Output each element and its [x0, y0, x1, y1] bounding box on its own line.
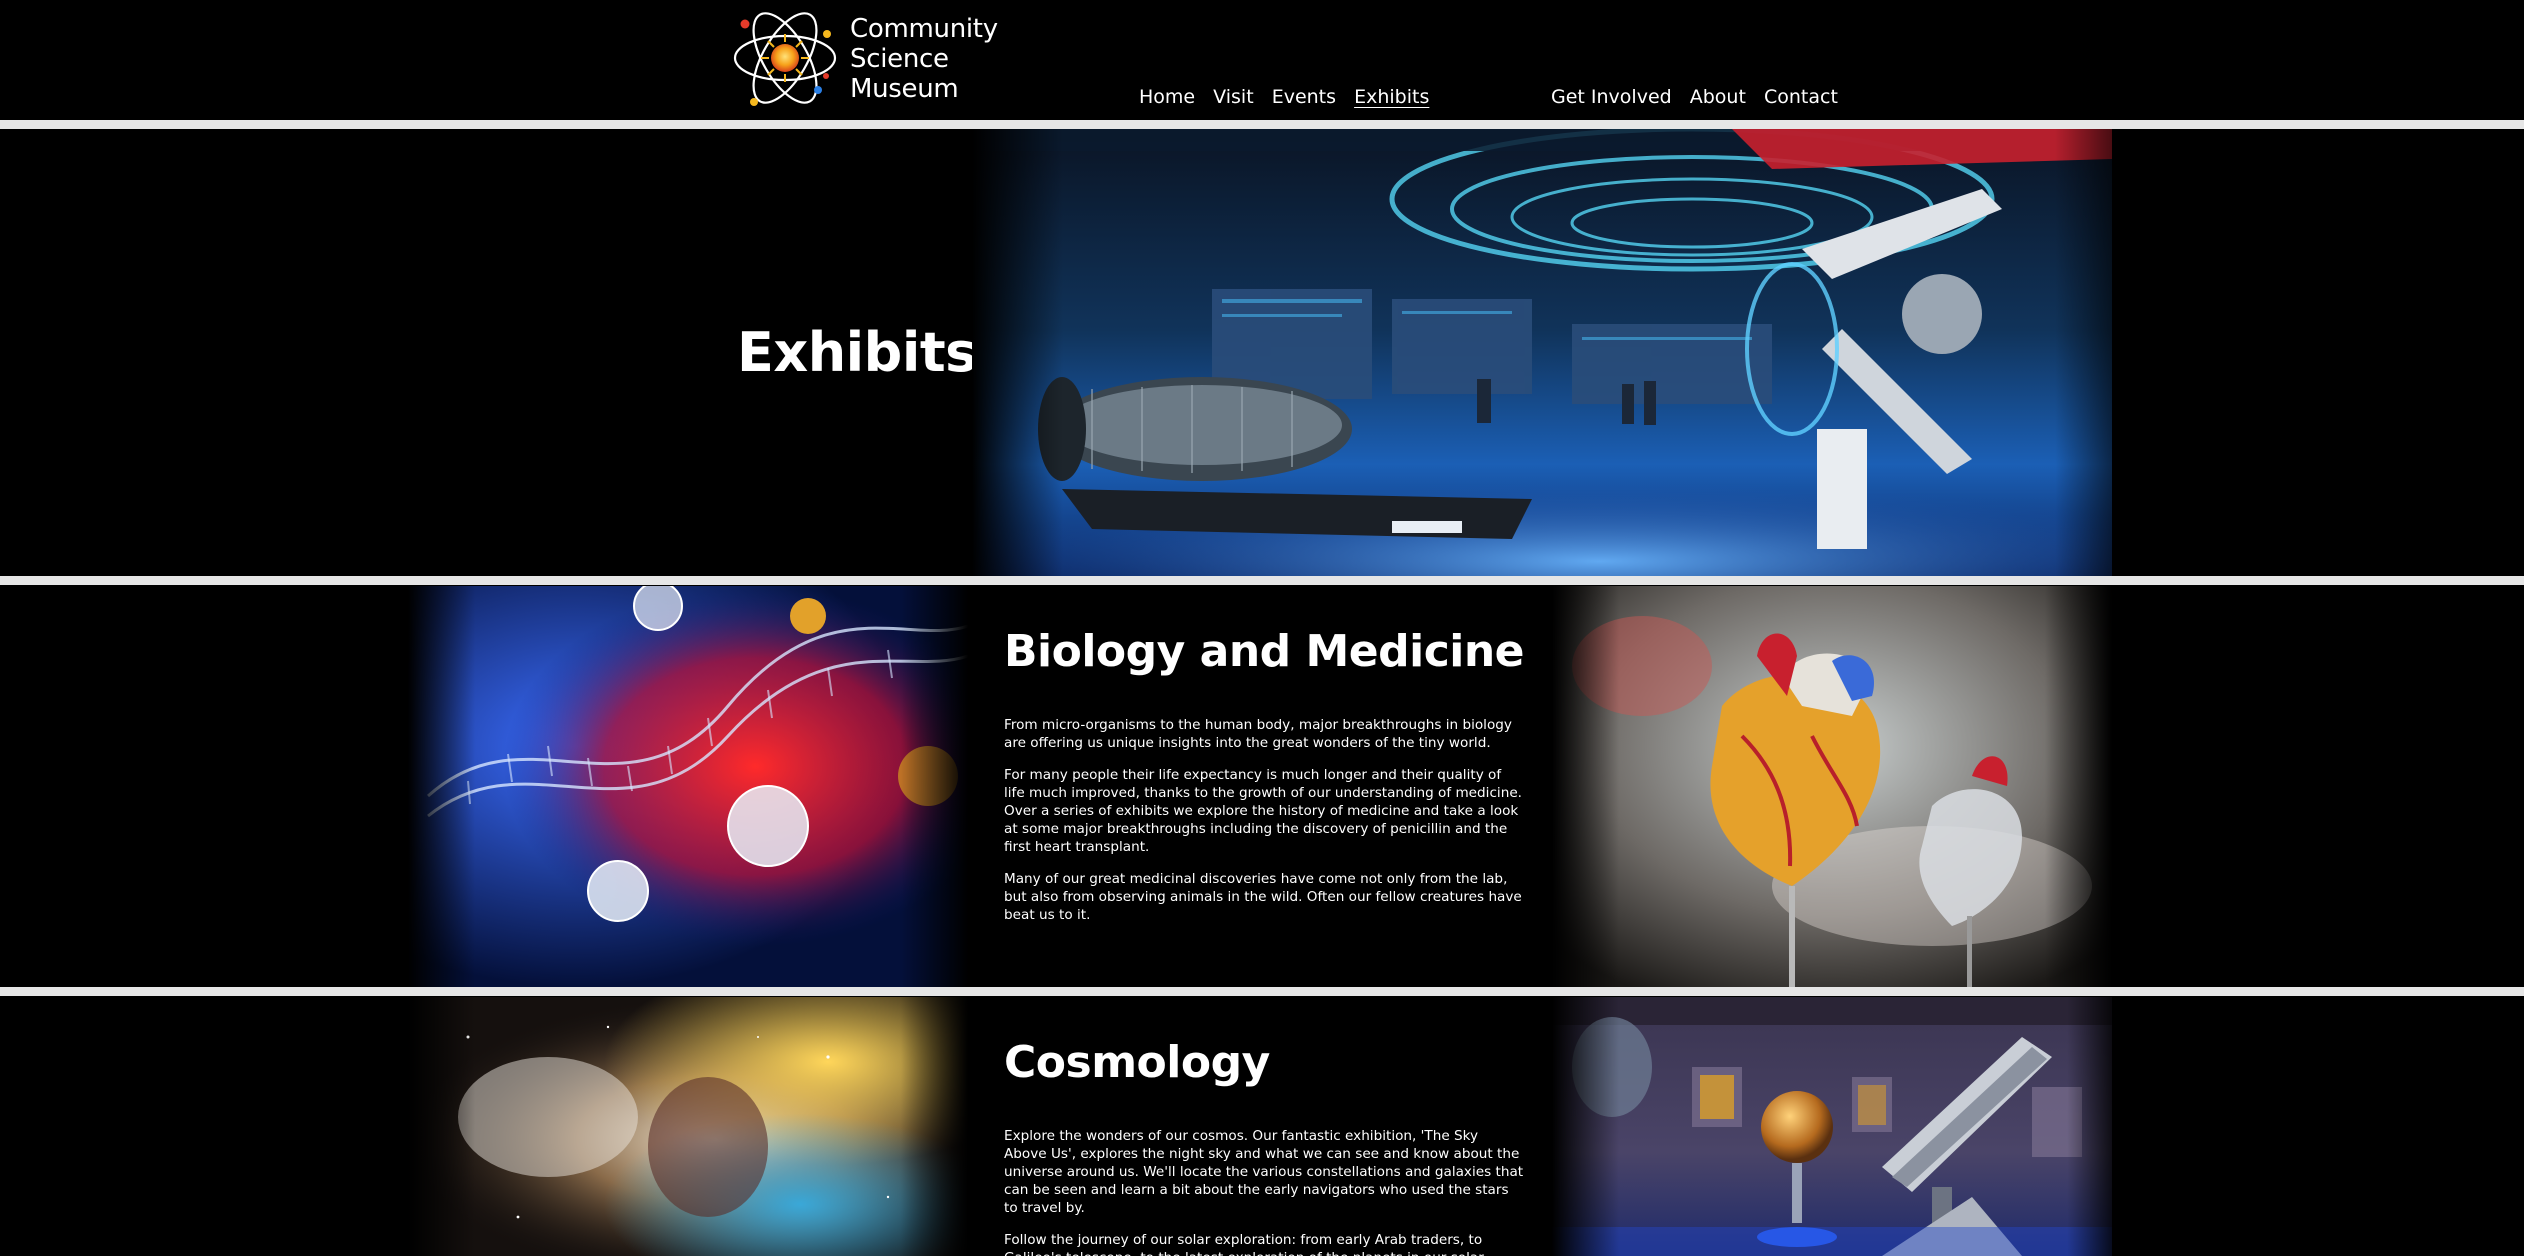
site-header: Community Science Museum Home Visit Even… — [0, 0, 2524, 120]
biology-medicine-section: Biology and Medicine From micro-organism… — [0, 586, 2524, 987]
telescope-gallery-image — [1552, 997, 2112, 1256]
nav-contact-link[interactable]: Contact — [1764, 84, 1838, 110]
main-nav-right: Get Involved About Contact — [1551, 84, 1850, 110]
exhibition-hall-image — [972, 129, 2112, 576]
section-paragraph: Many of our great medicinal discoveries … — [1004, 871, 1522, 923]
section-body: From micro-organisms to the human body, … — [1004, 716, 1524, 938]
site-name[interactable]: Community Science Museum — [850, 14, 998, 104]
dna-virus-image — [408, 586, 968, 987]
main-nav-left: Home Visit Events Exhibits — [1139, 84, 1441, 110]
nav-get-involved-link[interactable]: Get Involved — [1551, 84, 1672, 110]
nav-exhibits-link[interactable]: Exhibits — [1354, 84, 1429, 110]
section-divider — [0, 987, 2524, 996]
nav-visit-link[interactable]: Visit — [1213, 84, 1254, 110]
nav-events-link[interactable]: Events — [1272, 84, 1336, 110]
heart-model-image — [1552, 586, 2112, 987]
page-title: Exhibits — [737, 321, 977, 384]
section-paragraph: For many people their life expectancy is… — [1004, 767, 1523, 855]
section-paragraph: Follow the journey of our solar explorat… — [1004, 1232, 1484, 1256]
nav-about-link[interactable]: About — [1690, 84, 1746, 110]
site-name-line: Community — [850, 14, 998, 44]
section-divider — [0, 120, 2524, 129]
section-paragraph: Explore the wonders of our cosmos. Our f… — [1004, 1128, 1524, 1216]
hero-section: Exhibits — [0, 129, 2524, 576]
section-paragraph: From micro-organisms to the human body, … — [1004, 717, 1512, 751]
site-name-line: Museum — [850, 74, 959, 104]
section-title: Biology and Medicine — [1004, 626, 1525, 677]
section-body: Explore the wonders of our cosmos. Our f… — [1004, 1127, 1524, 1256]
site-name-line: Science — [850, 44, 949, 74]
section-divider — [0, 576, 2524, 585]
atom-logo-icon[interactable] — [730, 4, 840, 112]
section-title: Cosmology — [1004, 1037, 1270, 1088]
nebula-image — [408, 997, 968, 1256]
cosmology-section: Cosmology Explore the wonders of our cos… — [0, 997, 2524, 1256]
nav-home-link[interactable]: Home — [1139, 84, 1195, 110]
